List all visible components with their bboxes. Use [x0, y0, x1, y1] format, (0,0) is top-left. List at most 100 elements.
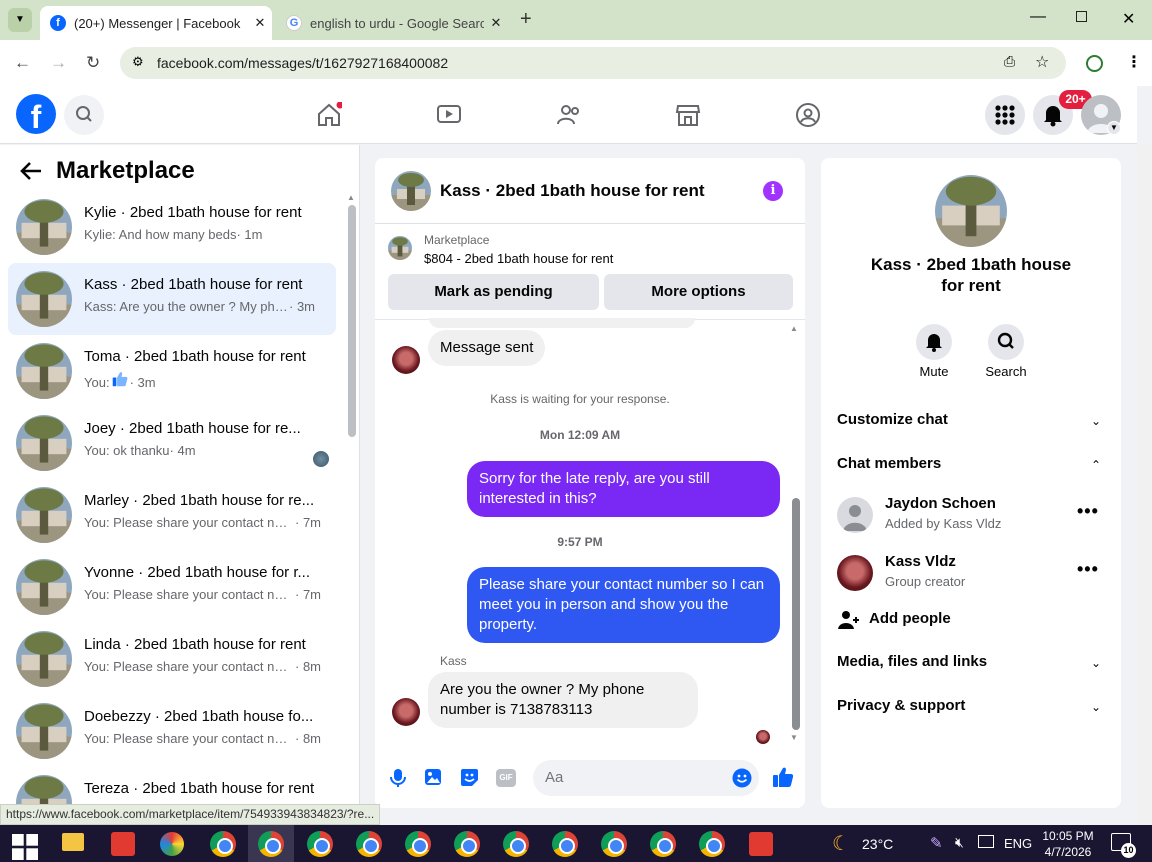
chrome-icon[interactable] [699, 831, 725, 857]
message-bubble-outgoing[interactable]: Sorry for the late reply, are you still … [467, 461, 780, 517]
friends-icon[interactable] [556, 102, 582, 128]
photo-icon[interactable] [424, 768, 442, 786]
new-tab-button[interactable]: + [520, 8, 532, 31]
privacy-support-section[interactable]: Privacy & support [837, 697, 965, 714]
groups-icon[interactable] [795, 102, 821, 128]
paint-icon[interactable] [160, 832, 184, 856]
chrome-icon[interactable] [258, 831, 284, 857]
video-icon[interactable] [436, 102, 462, 128]
pen-icon[interactable]: ✎ [930, 834, 943, 852]
add-people-button[interactable]: Add people [837, 608, 1107, 632]
bookmark-star-icon[interactable]: ☆ [1035, 52, 1049, 72]
conversation-item[interactable]: Toma · 2bed 1bath house for rent You: · 3m [8, 335, 336, 407]
conversation-info-icon[interactable]: i [763, 181, 783, 201]
site-info-icon[interactable]: ⚙ [132, 54, 144, 70]
customize-chat-section[interactable]: Customize chat [837, 411, 948, 428]
conversation-item[interactable]: Doebezzy · 2bed 1bath house fo... You: Pl… [8, 695, 336, 767]
chrome-icon[interactable] [650, 831, 676, 857]
chevron-down-icon[interactable]: ⌄ [1091, 656, 1101, 670]
sticker-icon[interactable] [460, 768, 479, 787]
reload-icon[interactable]: ↻ [86, 53, 100, 73]
conversation-item[interactable]: Joey · 2bed 1bath house for re... You: ok… [8, 407, 336, 479]
chevron-down-icon[interactable]: ⌄ [1091, 414, 1101, 428]
conversation-item[interactable]: Kylie · 2bed 1bath house for rent Kylie: … [8, 191, 336, 263]
message-input[interactable] [545, 769, 725, 786]
file-explorer-icon[interactable] [62, 833, 84, 851]
marketplace-icon[interactable] [675, 102, 701, 128]
chat-avatar[interactable] [391, 171, 431, 211]
chrome-icon[interactable] [552, 831, 578, 857]
menu-button[interactable] [985, 95, 1025, 135]
scroll-down-arrow-icon[interactable]: ▼ [790, 733, 798, 742]
chrome-icon[interactable] [307, 831, 333, 857]
close-tab-icon[interactable]: ✕ [248, 15, 272, 31]
language-indicator[interactable]: ENG [1004, 836, 1032, 851]
conversation-item[interactable]: Yvonne · 2bed 1bath house for r... You: P… [8, 551, 336, 623]
close-window-icon[interactable]: ✕ [1122, 9, 1135, 29]
profile-icon[interactable] [1086, 55, 1103, 72]
more-options-button[interactable]: More options [604, 274, 793, 310]
chevron-down-icon[interactable]: ⌄ [1091, 700, 1101, 714]
media-files-links-section[interactable]: Media, files and links [837, 653, 987, 670]
maximize-window-icon[interactable] [1076, 11, 1087, 22]
emoji-icon[interactable] [732, 768, 752, 788]
url-text[interactable]: facebook.com/messages/t/1627927168400082 [157, 55, 448, 71]
listing-thumbnail[interactable] [388, 236, 412, 260]
message-bubble-incoming[interactable]: Are you the owner ? My phone number is 7… [428, 672, 698, 728]
minimize-window-icon[interactable]: — [1030, 8, 1046, 26]
volume-muted-icon[interactable]: 🔇︎ [955, 834, 964, 851]
more-options-icon[interactable]: ••• [1077, 559, 1099, 580]
chrome-icon[interactable] [405, 831, 431, 857]
network-icon[interactable] [978, 835, 994, 848]
chrome-icon[interactable] [503, 831, 529, 857]
back-arrow-icon[interactable] [20, 161, 42, 181]
sender-avatar[interactable] [392, 698, 420, 726]
page-scrollbar[interactable] [1137, 145, 1152, 825]
address-bar[interactable]: ⚙ facebook.com/messages/t/16279271684000… [120, 47, 1066, 79]
mark-as-pending-button[interactable]: Mark as pending [388, 274, 599, 310]
listing-title[interactable]: $804 - 2bed 1bath house for rent [424, 251, 613, 266]
anydesk-icon[interactable] [111, 832, 135, 856]
clock[interactable]: 10:05 PM 4/7/2026 [1040, 828, 1096, 860]
gif-icon[interactable]: GIF [496, 769, 516, 787]
conversation-item[interactable]: Kass · 2bed 1bath house for rent Kass: Ar… [8, 263, 336, 335]
message-bubble-outgoing[interactable]: Please share your contact number so I ca… [467, 567, 780, 643]
weather-moon-icon[interactable]: ☾ [832, 831, 850, 856]
member-row[interactable]: Jaydon Schoen Added by Kass Vldz ••• [837, 489, 1107, 539]
chat-scrollbar[interactable] [792, 498, 800, 730]
conversation-avatar[interactable] [935, 175, 1007, 247]
mute-button[interactable] [916, 324, 952, 360]
microphone-icon[interactable] [389, 768, 407, 788]
weather-temperature[interactable]: 23°C [862, 836, 893, 852]
chevron-up-icon[interactable]: ⌃ [1091, 458, 1101, 472]
thumbs-up-icon[interactable] [772, 766, 794, 788]
chrome-icon[interactable] [601, 831, 627, 857]
chrome-icon[interactable] [454, 831, 480, 857]
chrome-icon[interactable] [210, 831, 236, 857]
list-scrollbar[interactable] [348, 205, 356, 437]
message-input-container[interactable] [533, 760, 759, 796]
account-chevron-icon[interactable]: ▼ [1107, 121, 1121, 135]
scroll-up-arrow-icon[interactable]: ▲ [790, 324, 798, 333]
more-options-icon[interactable]: ••• [1077, 501, 1099, 522]
sender-avatar[interactable] [392, 346, 420, 374]
member-row[interactable]: Kass Vldz Group creator ••• [837, 547, 1107, 597]
facebook-logo-icon[interactable]: f [16, 94, 56, 135]
search-in-conversation-button[interactable] [988, 324, 1024, 360]
scroll-up-arrow-icon[interactable]: ▲ [347, 193, 355, 202]
browser-menu-icon[interactable]: ⋮ [1126, 52, 1142, 72]
close-tab-icon[interactable]: ✕ [484, 15, 508, 31]
chat-title[interactable]: Kass · 2bed 1bath house for rent [440, 181, 705, 201]
search-button[interactable] [64, 95, 104, 135]
back-arrow-icon[interactable]: ← [14, 53, 31, 73]
tab-messenger[interactable]: f (20+) Messenger | Facebook ✕ [40, 6, 272, 40]
conversation-item[interactable]: Linda · 2bed 1bath house for rent You: Pl… [8, 623, 336, 695]
chat-members-section[interactable]: Chat members [837, 455, 941, 472]
chrome-icon[interactable] [356, 831, 382, 857]
windows-start-icon[interactable] [12, 834, 38, 860]
conversation-item[interactable]: Marley · 2bed 1bath house for re... You: … [8, 479, 336, 551]
home-icon[interactable] [316, 102, 342, 128]
message-bubble-incoming[interactable]: Message sent [428, 330, 546, 366]
tab-search-menu-button[interactable]: ▼ [8, 8, 32, 32]
tab-google-search[interactable]: G english to urdu - Google Search ✕ [276, 6, 508, 40]
